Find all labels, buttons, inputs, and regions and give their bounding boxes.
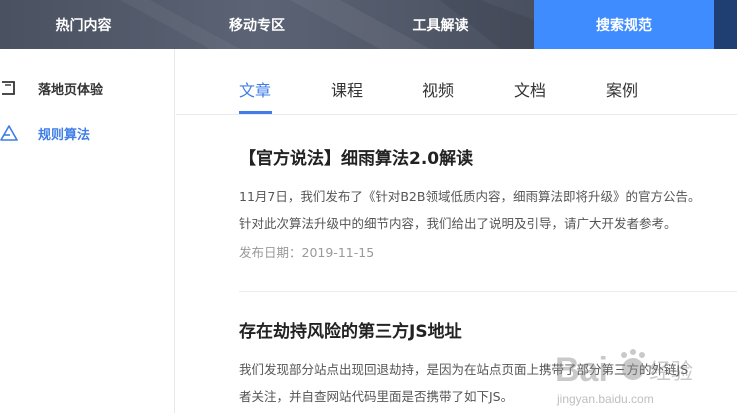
article-divider [239,291,737,292]
sidebar-item-rules-algorithm[interactable]: 规则算法 [0,118,174,148]
page-icon [2,81,15,95]
article-summary-line: 11月7日，我们发布了《针对B2B领域低质内容，细雨算法即将升级》的官方公告。 [239,189,701,204]
warning-triangle-icon [0,125,18,141]
nav-item-hot-content[interactable]: 热门内容 [0,0,167,49]
article-date: 发布日期：2019-11-15 [239,245,375,260]
article-title[interactable]: 【官方说法】细雨算法2.0解读 [239,144,737,169]
nav-item-mobile-zone[interactable]: 移动专区 [167,0,347,49]
top-navigation: 热门内容 移动专区 工具解读 搜索规范 [0,0,737,49]
nav-label: 搜索规范 [596,17,652,34]
article-summary-line: 我们发现部分站点出现回退劫持，是因为在站点页面上携带了部分第三方的外链JS [239,362,689,377]
nav-edge [714,0,737,49]
sidebar-item-landing-page[interactable]: 落地页体验 [0,73,174,103]
nav-label: 热门内容 [55,17,112,34]
tab-videos[interactable]: 视频 [422,77,454,101]
article-item: 存在劫持风险的第三方JS地址 我们发现部分站点出现回退劫持，是因为在站点页面上携… [239,317,737,410]
active-tab-indicator [239,111,272,114]
sidebar: 落地页体验 规则算法 [0,49,175,413]
article-summary-line: 针对此次算法升级中的细节内容，我们给出了说明及引导，请广大开发者参考。 [239,216,677,231]
nav-label: 工具解读 [412,17,469,34]
tab-articles[interactable]: 文章 [239,77,271,101]
tab-courses[interactable]: 课程 [331,77,363,101]
article-summary-line: 者关注，并自查网站代码里面是否携带了如下JS。 [239,389,514,404]
tab-documents[interactable]: 文档 [514,77,546,101]
sidebar-item-label: 规则算法 [38,127,91,143]
content-tabs: 文章 课程 视频 文档 案例 [176,49,737,115]
sidebar-item-label: 落地页体验 [38,82,104,98]
nav-item-search-rules[interactable]: 搜索规范 [534,0,714,49]
article-item: 【官方说法】细雨算法2.0解读 11月7日，我们发布了《针对B2B领域低质内容，… [239,144,737,261]
nav-label: 移动专区 [229,17,285,34]
tab-cases[interactable]: 案例 [606,77,638,101]
article-title[interactable]: 存在劫持风险的第三方JS地址 [239,317,737,342]
nav-item-tool-guide[interactable]: 工具解读 [347,0,534,49]
